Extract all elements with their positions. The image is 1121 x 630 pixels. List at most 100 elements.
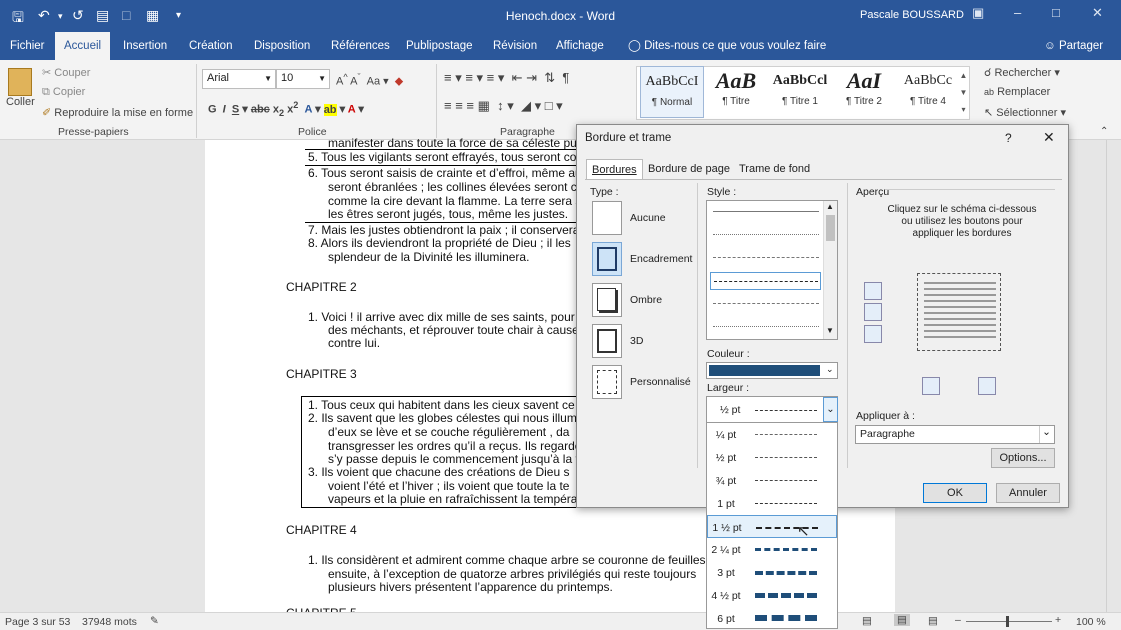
type-shadow-icon[interactable] (592, 283, 622, 317)
align-icons[interactable]: ≡ ≡ ≡ ▦ ↕ ▾ ◢ ▾ □ ▾ (444, 98, 563, 114)
maximize-icon[interactable]: □ (1052, 5, 1060, 20)
tab-borders[interactable]: Bordures (586, 159, 643, 179)
find-button[interactable]: ☌ Rechercher ▾ (984, 66, 1060, 79)
tab-affichage[interactable]: Affichage (548, 32, 612, 60)
user-name[interactable]: Pascale BOUSSARD (860, 9, 964, 21)
font-format-icons[interactable]: G I S ▾ abc x2 x2 A ▾ ab ▾ A ▾ (208, 100, 364, 118)
type-none-icon[interactable] (592, 201, 622, 235)
zoom-level[interactable]: 100 % (1076, 616, 1106, 628)
style-option-dotted[interactable] (713, 234, 819, 235)
tab-shading[interactable]: Trame de fond (734, 159, 815, 179)
zoom-slider-thumb[interactable] (1006, 616, 1009, 627)
type-3d-icon[interactable] (592, 324, 622, 358)
share-button[interactable]: ☺ Partager (1036, 32, 1111, 60)
style-list-scrollbar[interactable]: ▲ ▼ (823, 201, 837, 339)
width-options-list[interactable]: ¼ pt ½ pt ¾ pt 1 pt 1 ½ pt 2 ¼ pt 3 pt 4… (706, 422, 838, 629)
collapse-ribbon-icon[interactable]: ⌃ (1100, 126, 1108, 137)
width-option[interactable]: 4 ½ pt (707, 584, 837, 607)
border-right-button[interactable] (978, 377, 996, 395)
color-dropdown[interactable]: ⌄ (706, 362, 838, 379)
width-option-hovered[interactable]: 1 ½ pt (707, 515, 837, 538)
styles-scroll-icons[interactable]: ▲ ▼ ▾ (958, 67, 969, 119)
type-box-label[interactable]: Encadrement (630, 253, 692, 265)
paste-icon[interactable] (8, 68, 32, 96)
ok-button[interactable]: OK (923, 483, 987, 503)
replace-button[interactable]: ab Remplacer (984, 86, 1050, 98)
type-custom-label[interactable]: Personnalisé (630, 376, 691, 388)
width-option[interactable]: 2 ¼ pt (707, 538, 837, 561)
tab-page-border[interactable]: Bordure de page (643, 159, 735, 179)
format-painter-button[interactable]: ✐ Reproduire la mise en forme (42, 106, 193, 119)
close-icon[interactable]: ✕ (1043, 129, 1055, 146)
tab-insertion[interactable]: Insertion (115, 32, 175, 60)
border-left-button[interactable] (922, 377, 940, 395)
style-titre-4[interactable]: AaBbCc ¶ Titre 4 (896, 66, 960, 118)
zoom-in-icon[interactable]: + (1055, 614, 1061, 626)
style-titre[interactable]: AaB ¶ Titre (704, 66, 768, 118)
width-option[interactable]: 1 pt (707, 492, 837, 515)
zoom-out-icon[interactable]: – (955, 614, 961, 626)
font-name-dropdown[interactable]: Arial ▼ (202, 69, 276, 89)
select-button[interactable]: ↖ Sélectionner ▾ (984, 106, 1066, 119)
tab-revision[interactable]: Révision (485, 32, 545, 60)
border-bottom-button[interactable] (864, 325, 882, 343)
list-icons[interactable]: ≡ ▾ ≡ ▾ ≡ ▾ ⇤ ⇥ ⇅ ¶ (444, 70, 569, 86)
style-titre-1[interactable]: AaBbCcl ¶ Titre 1 (768, 66, 832, 118)
tab-creation[interactable]: Création (181, 32, 240, 60)
style-normal[interactable]: AaBbCcI ¶ Normal (640, 66, 704, 118)
ribbon-display-icon[interactable]: ▣ (972, 5, 984, 21)
type-box-icon[interactable] (592, 242, 622, 276)
cut-button[interactable]: ✂ Couper (42, 66, 90, 79)
read-mode-icon[interactable]: ▤ (862, 615, 872, 627)
tab-accueil[interactable]: Accueil (55, 32, 111, 60)
apply-to-label: Appliquer à : (856, 410, 915, 422)
font-grow-shrink-icons[interactable]: A^ Aˇ Aa ▾ ◆ (336, 72, 403, 88)
style-option-small-dash[interactable] (713, 257, 819, 258)
width-option[interactable]: ½ pt (707, 446, 837, 469)
print-layout-icon[interactable]: ▤ (894, 614, 910, 626)
style-list[interactable]: ▲ ▼ (706, 200, 838, 340)
style-option-solid[interactable] (713, 211, 819, 212)
chevron-down-icon[interactable]: ⌄ (823, 397, 838, 422)
apply-to-dropdown[interactable]: Paragraphe ⌄ (855, 425, 1055, 444)
options-button[interactable]: Options... (991, 448, 1055, 468)
close-window-icon[interactable]: ✕ (1092, 5, 1103, 21)
width-option[interactable]: 6 pt (707, 607, 837, 630)
style-option-selected[interactable] (710, 272, 821, 290)
tell-me-text: Dites-nous ce que vous voulez faire (644, 40, 827, 52)
dialog-title: Bordure et trame (585, 132, 672, 144)
type-3d-label[interactable]: 3D (630, 335, 643, 347)
width-option[interactable]: 3 pt (707, 561, 837, 584)
vertical-scrollbar[interactable] (1106, 140, 1121, 612)
zoom-slider-track[interactable] (966, 621, 1052, 622)
proofing-icon[interactable]: ✎ (150, 615, 159, 627)
tab-references[interactable]: Références (323, 32, 398, 60)
web-layout-icon[interactable]: ▤ (928, 615, 938, 627)
paste-label[interactable]: Coller (6, 96, 35, 108)
cancel-button[interactable]: Annuler (996, 483, 1060, 503)
border-top-button[interactable] (864, 282, 882, 300)
style-option-dash-dot-dot[interactable] (713, 326, 819, 327)
tab-publipostage[interactable]: Publipostage (398, 32, 481, 60)
border-inside-h-button[interactable] (864, 303, 882, 321)
chapter-heading: CHAPITRE 4 (286, 523, 357, 537)
width-dropdown[interactable]: ½ pt ⌄ (706, 396, 838, 423)
tab-disposition[interactable]: Disposition (246, 32, 318, 60)
word-count[interactable]: 37948 mots (82, 616, 137, 628)
minimize-icon[interactable]: – (1014, 5, 1021, 20)
type-none-label[interactable]: Aucune (630, 212, 666, 224)
type-shadow-label[interactable]: Ombre (630, 294, 662, 306)
type-custom-icon[interactable] (592, 365, 622, 399)
page-count[interactable]: Page 3 sur 53 (5, 616, 70, 628)
style-option-dash-dot[interactable] (713, 303, 819, 304)
font-size-dropdown[interactable]: 10 ▼ (276, 69, 330, 89)
style-titre-2[interactable]: AaI ¶ Titre 2 (832, 66, 896, 118)
preview-diagram[interactable] (917, 273, 1001, 351)
chapter-heading: CHAPITRE 2 (286, 280, 357, 294)
help-button[interactable]: ? (1005, 131, 1012, 145)
width-option[interactable]: ¾ pt (707, 469, 837, 492)
tell-me-box[interactable]: ◯ Dites-nous ce que vous voulez faire (620, 32, 834, 60)
width-option[interactable]: ¼ pt (707, 423, 837, 446)
tab-fichier[interactable]: Fichier (2, 32, 53, 60)
copy-button[interactable]: ⧉ Copier (42, 86, 85, 99)
